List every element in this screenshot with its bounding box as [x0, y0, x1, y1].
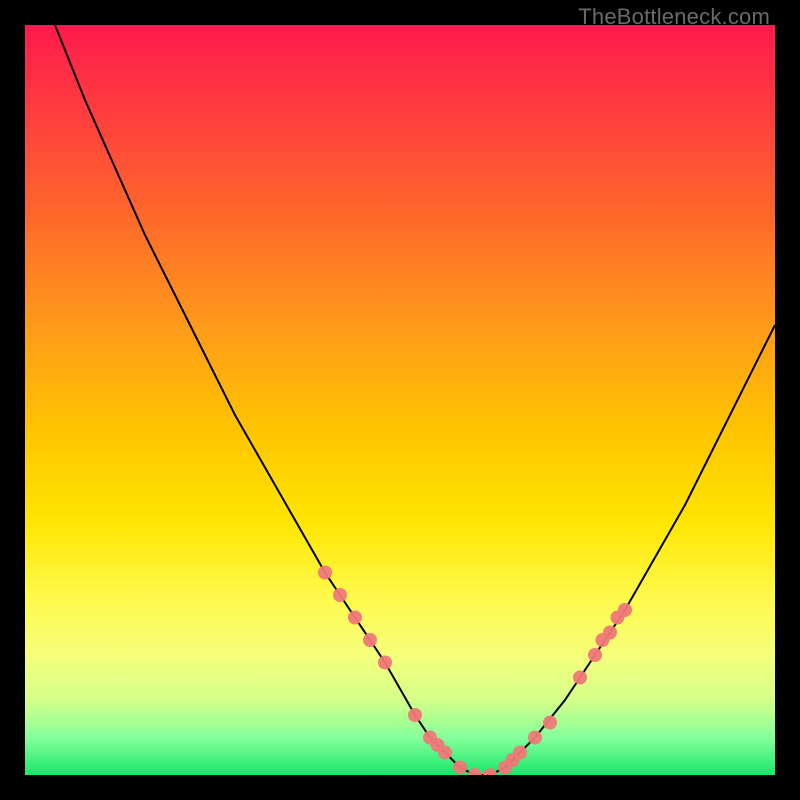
- curve-marker: [528, 731, 542, 745]
- curve-marker: [333, 588, 347, 602]
- curve-marker: [363, 633, 377, 647]
- plot-area: [25, 25, 775, 775]
- curve-marker: [348, 611, 362, 625]
- watermark: TheBottleneck.com: [578, 4, 770, 30]
- curve-marker: [468, 768, 482, 775]
- bottleneck-curve: [25, 25, 775, 775]
- curve-marker: [438, 746, 452, 760]
- curve-marker: [513, 746, 527, 760]
- curve-marker: [483, 768, 497, 775]
- curve-marker: [543, 716, 557, 730]
- curve-marker: [573, 671, 587, 685]
- curve-marker: [618, 603, 632, 617]
- curve-marker: [453, 761, 467, 775]
- curve-marker: [378, 656, 392, 670]
- chart-container: TheBottleneck.com: [0, 0, 800, 800]
- curve-marker: [318, 566, 332, 580]
- curve-marker: [588, 648, 602, 662]
- curve-marker: [408, 708, 422, 722]
- curve-marker: [603, 626, 617, 640]
